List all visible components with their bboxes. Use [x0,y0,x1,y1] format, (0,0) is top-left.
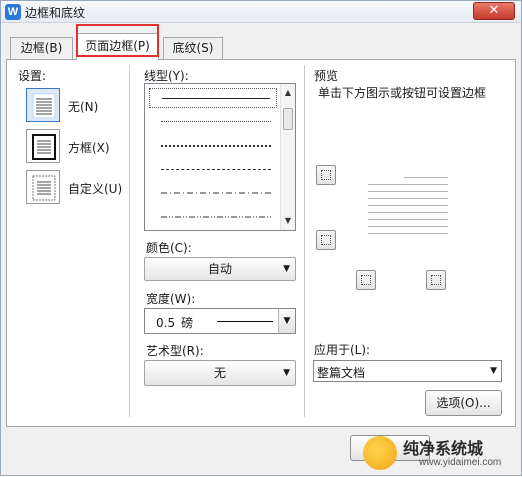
setting-none-label[interactable]: 无(N) [68,98,98,115]
custom-border-icon[interactable] [26,170,60,204]
preview-hint: 单击下方图示或按钮可设置边框 [318,86,487,100]
line-style-dash-dot[interactable] [149,184,277,204]
top-border-icon [321,170,331,180]
preview-heading: 预览 [314,69,339,83]
watermark-url: www.yidaimei.com [419,457,502,468]
line-style-scrollbar[interactable]: ▲ ▼ [280,84,295,230]
title-bar: W 边框和底纹 ✕ [1,1,521,23]
right-border-button[interactable] [426,270,446,290]
apply-to-value: 整篇文档 [317,366,366,380]
left-border-button[interactable] [356,270,376,290]
chevron-down-icon: ▼ [283,368,290,378]
width-label: 宽度(W): [146,292,196,306]
bottom-border-icon [321,235,331,245]
dialog-title: 边框和底纹 [25,6,86,20]
column-divider-right [304,65,305,417]
chevron-down-icon: ▼ [490,366,497,376]
color-value: 自动 [207,262,232,276]
tab-borders[interactable]: 边框(B) [10,37,73,59]
scroll-up-arrow-icon[interactable]: ▲ [281,86,295,100]
line-style-label: 线型(Y): [144,69,189,83]
wps-app-icon: W [5,4,21,20]
box-border-icon[interactable] [26,129,60,163]
width-unit: 磅 [181,316,194,330]
width-value: 0.5 [156,316,176,330]
chevron-down-icon: ▼ [283,264,290,274]
watermark-main-text: 纯净系统城 [403,439,484,458]
no-border-icon[interactable] [26,88,60,122]
line-style-dotted[interactable] [149,136,277,156]
color-label: 颜色(C): [146,241,192,255]
chevron-down-icon[interactable]: ▼ [278,309,295,333]
line-style-solid[interactable] [149,88,277,108]
apply-to-dropdown[interactable]: 整篇文档 ▼ [313,360,502,382]
site-watermark: 纯净系统城 www.yidaimei.com [363,431,522,477]
tab-shading[interactable]: 底纹(S) [163,37,223,59]
setting-box-label[interactable]: 方框(X) [68,139,110,156]
art-label: 艺术型(R): [146,344,204,358]
scroll-thumb[interactable] [283,108,293,130]
close-button[interactable]: ✕ [473,2,515,20]
line-style-dashed[interactable] [149,160,277,180]
tab-highlight-box [76,24,159,57]
line-style-list[interactable]: ▲ ▼ [144,83,296,231]
line-style-dotted-fine[interactable] [149,112,277,132]
bottom-border-button[interactable] [316,230,336,250]
width-dropdown[interactable]: 0.5 磅 ▼ [144,308,296,334]
art-dropdown[interactable]: 无 ▼ [144,360,296,386]
column-divider-left [129,65,130,417]
options-button[interactable]: 选项(O)... [425,390,502,416]
color-dropdown[interactable]: 自动 ▼ [144,257,296,281]
width-line-sample [217,321,273,322]
left-border-icon [361,275,371,285]
top-border-button[interactable] [316,165,336,185]
scroll-down-arrow-icon[interactable]: ▼ [281,214,295,228]
watermark-logo-icon [363,436,397,470]
right-border-icon [431,275,441,285]
art-value: 无 [213,366,226,380]
settings-heading: 设置: [18,69,47,83]
line-style-dash-dot-dot[interactable] [149,208,277,228]
dialog-window: W 边框和底纹 ✕ 边框(B) 页面边框(P) 底纹(S) 设置: 无(N) 方 [0,0,522,476]
apply-to-label: 应用于(L): [314,343,371,357]
setting-custom-label[interactable]: 自定义(U) [68,180,122,197]
